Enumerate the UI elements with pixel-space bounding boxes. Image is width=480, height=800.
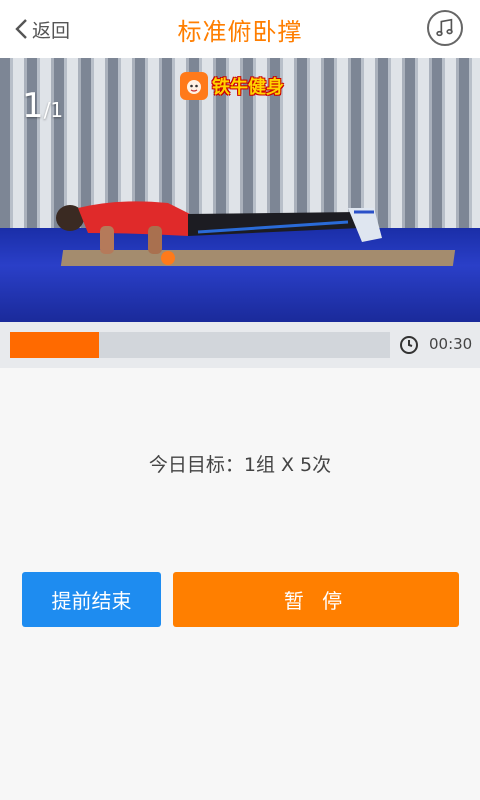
pushup-figure xyxy=(56,201,382,265)
exercise-video[interactable]: 1/1 铁牛健身 xyxy=(0,58,480,322)
timer-text: 00:30 xyxy=(429,335,473,353)
music-note-icon xyxy=(436,18,453,37)
pause-button[interactable]: 暂 停 xyxy=(173,572,459,627)
header-bar: 返回 标准俯卧撑 xyxy=(0,0,480,59)
set-counter: 1/1 xyxy=(22,86,63,126)
end-early-button[interactable]: 提前结束 xyxy=(22,572,161,627)
progress-track xyxy=(10,332,390,358)
counter-total: /1 xyxy=(43,98,64,122)
daily-goal: 今日目标：1组 X 5次 xyxy=(148,454,332,476)
progress-row: 00:30 xyxy=(0,322,480,368)
brand-logo: 铁牛健身 xyxy=(180,72,284,100)
brand-name: 铁牛健身 xyxy=(212,77,284,98)
music-button[interactable] xyxy=(427,10,463,46)
clock-icon xyxy=(400,336,418,354)
page-title: 标准俯卧撑 xyxy=(177,18,303,46)
counter-current: 1 xyxy=(22,86,44,126)
progress-fill xyxy=(10,332,100,358)
mascot-icon xyxy=(180,72,208,100)
